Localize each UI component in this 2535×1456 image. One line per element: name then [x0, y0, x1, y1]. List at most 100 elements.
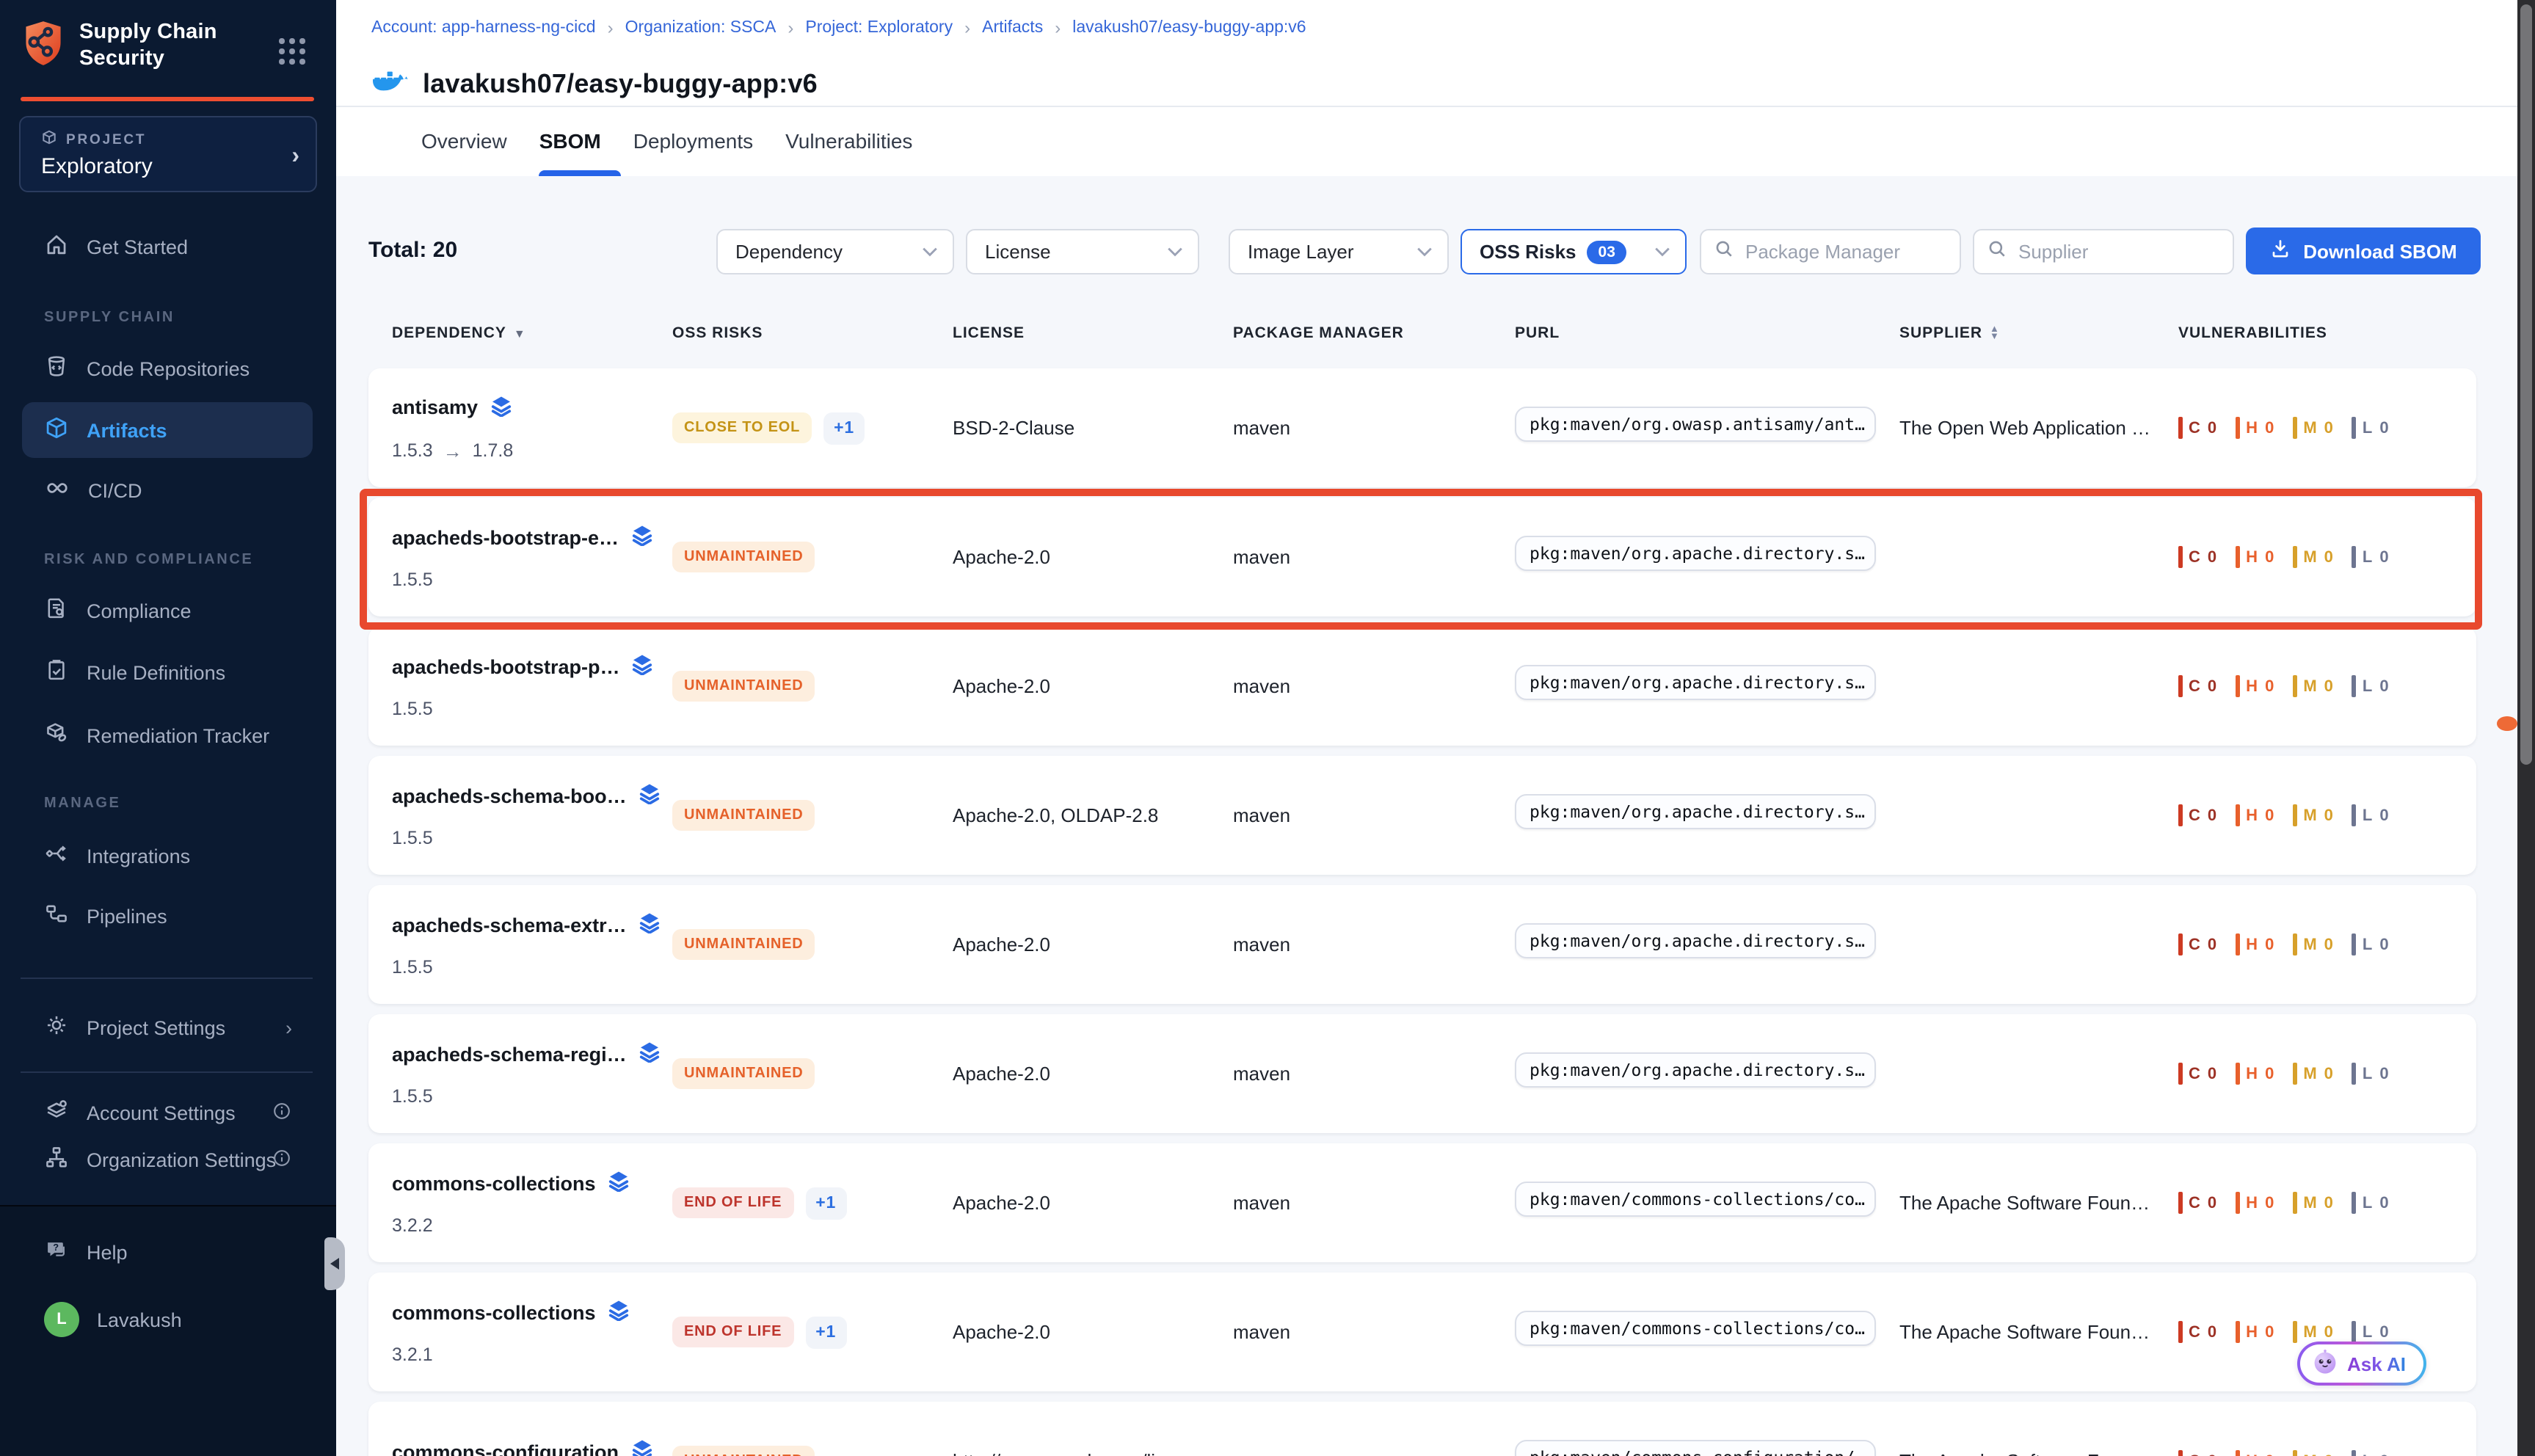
sidebar-item-integrations[interactable]: Integrations: [22, 828, 313, 884]
dependency-name: commons-collections: [392, 1172, 596, 1194]
risk-badge-more[interactable]: +1: [805, 1316, 846, 1348]
sbom-table-body: antisamy 1.5.3→1.7.8 CLOSE TO EOL+1 BSD-…: [368, 368, 2476, 1456]
layers-icon[interactable]: [630, 524, 652, 550]
sidebar-item-user[interactable]: L Lavakush: [22, 1292, 313, 1347]
home-icon: [44, 232, 69, 261]
table-row[interactable]: apacheds-bootstrap-e… 1.5.5 UNMAINTAINED…: [368, 498, 2476, 616]
layers-icon[interactable]: [639, 1041, 661, 1067]
app-switcher-grid-icon[interactable]: [279, 38, 305, 65]
risk-badge-more[interactable]: +1: [805, 1187, 846, 1219]
scrollbar-thumb[interactable]: [2520, 4, 2532, 765]
layers-icon[interactable]: [608, 1299, 630, 1325]
search-icon: [1714, 239, 1734, 265]
layers-icon[interactable]: [632, 653, 654, 680]
table-row[interactable]: apacheds-bootstrap-p… 1.5.5 UNMAINTAINED…: [368, 627, 2476, 746]
ask-ai-button[interactable]: Ask AI: [2297, 1342, 2426, 1386]
table-row[interactable]: apacheds-schema-regi… 1.5.5 UNMAINTAINED…: [368, 1014, 2476, 1133]
tab-sbom[interactable]: SBOM: [539, 129, 601, 153]
dependency-name: antisamy: [392, 396, 478, 418]
severity-low-count: L0: [2352, 1450, 2389, 1456]
column-dependency[interactable]: DEPENDENCY▼: [392, 324, 672, 342]
integrations-icon: [44, 841, 69, 870]
dependency-name: apacheds-schema-regi…: [392, 1043, 627, 1065]
info-icon[interactable]: [272, 1100, 292, 1125]
severity-medium-count: M0: [2293, 546, 2333, 568]
project-selector[interactable]: PROJECT Exploratory ›: [19, 116, 317, 192]
layers-icon[interactable]: [639, 782, 661, 809]
severity-high-count: H0: [2236, 804, 2274, 826]
package-manager-search-input[interactable]: [1742, 239, 1948, 264]
dependency-name: apacheds-schema-boo…: [392, 785, 627, 807]
purl-cell: pkg:maven/commons-collections/co…: [1515, 1311, 1899, 1353]
purl-pill[interactable]: pkg:maven/commons-collections/co…: [1515, 1182, 1876, 1217]
tab-overview[interactable]: Overview: [421, 129, 507, 153]
sidebar-item-artifacts[interactable]: Artifacts: [22, 402, 313, 458]
app-window: Supply Chain Security PROJECT Explorator…: [0, 0, 2535, 1456]
layers-icon[interactable]: [630, 1438, 652, 1456]
user-name: Lavakush: [97, 1308, 182, 1331]
column-supplier[interactable]: SUPPLIER▲▼: [1899, 324, 2178, 342]
layers-icon[interactable]: [608, 1170, 630, 1196]
supplier-search-input[interactable]: [2015, 239, 2221, 264]
breadcrumb-project[interactable]: Project: Exploratory: [805, 19, 953, 37]
dependency-cell: commons-configuration: [392, 1438, 672, 1456]
image-layer-filter-dropdown[interactable]: Image Layer: [1229, 229, 1449, 274]
table-row[interactable]: apacheds-schema-extr… 1.5.5 UNMAINTAINED…: [368, 885, 2476, 1004]
purl-pill[interactable]: pkg:maven/org.owasp.antisamy/ant…: [1515, 407, 1876, 442]
severity-low-count: L0: [2352, 417, 2389, 439]
license-filter-dropdown[interactable]: License: [966, 229, 1199, 274]
vulnerabilities-cell: C0H0M0L0: [2178, 417, 2476, 439]
sidebar-item-code-repositories[interactable]: Code Repositories: [22, 341, 313, 396]
dependency-cell: apacheds-schema-extr… 1.5.5: [392, 911, 672, 978]
purl-pill[interactable]: pkg:maven/org.apache.directory.s…: [1515, 665, 1876, 700]
sidebar-item-compliance[interactable]: Compliance: [22, 583, 313, 638]
package-manager-cell: maven: [1233, 675, 1515, 697]
download-sbom-button[interactable]: Download SBOM: [2246, 228, 2481, 274]
purl-pill[interactable]: pkg:maven/org.apache.directory.s…: [1515, 536, 1876, 571]
sidebar-item-organization-settings[interactable]: Organization Settings: [22, 1132, 313, 1187]
sidebar-item-get-started[interactable]: Get Started: [22, 219, 313, 274]
scrollbar-track[interactable]: [2517, 0, 2535, 1456]
pipelines-icon: [44, 901, 69, 931]
breadcrumb-artifact-name[interactable]: lavakush07/easy-buggy-app:v6: [1072, 19, 1306, 37]
table-row[interactable]: commons-configuration UNMAINTAINED http:…: [368, 1402, 2476, 1456]
layers-icon[interactable]: [490, 394, 512, 421]
breadcrumb-artifacts[interactable]: Artifacts: [982, 19, 1043, 37]
severity-medium-count: M0: [2293, 417, 2333, 439]
oss-risks-cell: END OF LIFE+1: [672, 1187, 953, 1219]
layers-icon[interactable]: [639, 911, 661, 938]
breadcrumb-account[interactable]: Account: app-harness-ng-cicd: [371, 19, 596, 37]
table-row[interactable]: antisamy 1.5.3→1.7.8 CLOSE TO EOL+1 BSD-…: [368, 368, 2476, 487]
purl-cell: pkg:maven/org.apache.directory.s…: [1515, 536, 1899, 578]
risk-badge-more[interactable]: +1: [823, 412, 865, 444]
oss-risks-filter-dropdown[interactable]: OSS Risks 03: [1461, 229, 1687, 274]
sidebar-item-rule-definitions[interactable]: Rule Definitions: [22, 644, 313, 700]
breadcrumb-organization[interactable]: Organization: SSCA: [625, 19, 776, 37]
info-icon[interactable]: [272, 1147, 292, 1172]
purl-cell: pkg:maven/org.apache.directory.s…: [1515, 665, 1899, 707]
sidebar-item-remediation-tracker[interactable]: Remediation Tracker: [22, 707, 313, 763]
sidebar-item-cicd[interactable]: CI/CD: [22, 462, 313, 518]
purl-pill[interactable]: pkg:maven/org.apache.directory.s…: [1515, 1052, 1876, 1088]
vulnerabilities-cell: C0H0M0L0: [2178, 1063, 2476, 1085]
package-manager-cell: maven: [1233, 804, 1515, 826]
table-row[interactable]: apacheds-schema-boo… 1.5.5 UNMAINTAINED …: [368, 756, 2476, 875]
dependency-name: apacheds-bootstrap-p…: [392, 655, 620, 677]
sidebar-item-pipelines[interactable]: Pipelines: [22, 888, 313, 944]
purl-pill[interactable]: pkg:maven/org.apache.directory.s…: [1515, 923, 1876, 958]
purl-pill[interactable]: pkg:maven/commons-configuration/…: [1515, 1440, 1876, 1456]
severity-low-count: L0: [2352, 1321, 2389, 1343]
table-row[interactable]: commons-collections 3.2.2 END OF LIFE+1 …: [368, 1143, 2476, 1262]
sidebar-collapse-handle[interactable]: [324, 1237, 345, 1290]
purl-pill[interactable]: pkg:maven/commons-collections/co…: [1515, 1311, 1876, 1346]
dependency-filter-dropdown[interactable]: Dependency: [716, 229, 954, 274]
sidebar-item-help[interactable]: ? Help: [22, 1224, 313, 1280]
purl-pill[interactable]: pkg:maven/org.apache.directory.s…: [1515, 794, 1876, 829]
severity-critical-count: C0: [2178, 1192, 2216, 1214]
dependency-version: 1.5.5: [392, 828, 672, 848]
table-row[interactable]: commons-collections 3.2.1 END OF LIFE+1 …: [368, 1273, 2476, 1391]
tab-deployments[interactable]: Deployments: [633, 129, 753, 153]
tab-vulnerabilities[interactable]: Vulnerabilities: [785, 129, 912, 153]
license-cell: BSD-2-Clause: [953, 417, 1233, 439]
sidebar-item-project-settings[interactable]: Project Settings ›: [22, 1000, 313, 1055]
